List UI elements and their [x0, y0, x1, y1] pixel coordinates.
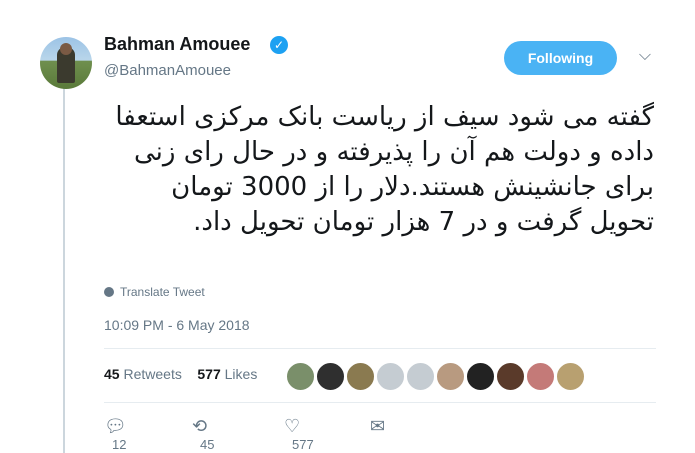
- avatar-head: [60, 43, 72, 55]
- divider: [104, 402, 656, 403]
- likes-stat[interactable]: 577 Likes: [197, 366, 257, 382]
- liker-avatar[interactable]: [376, 362, 405, 391]
- reply-icon: 💬︎: [104, 416, 127, 436]
- retweets-stat[interactable]: 45 Retweets: [104, 366, 182, 382]
- reply-count: 12: [112, 437, 127, 452]
- envelope-icon: ✉: [370, 416, 386, 436]
- retweet-count: 45: [200, 437, 215, 452]
- globe-icon: [104, 287, 114, 297]
- verified-badge-icon: ✓: [270, 36, 288, 54]
- chevron-down-icon[interactable]: ⌵: [636, 46, 654, 64]
- author-handle[interactable]: @BahmanAmouee: [104, 62, 231, 79]
- likes-label: Likes: [224, 366, 258, 382]
- thread-line: [63, 88, 65, 453]
- retweets-count: 45: [104, 366, 120, 382]
- liker-avatar[interactable]: [346, 362, 375, 391]
- liker-avatar[interactable]: [286, 362, 315, 391]
- retweet-icon: ⟲: [192, 416, 208, 436]
- liker-avatar[interactable]: [466, 362, 495, 391]
- liker-avatar[interactable]: [526, 362, 555, 391]
- liker-avatar[interactable]: [556, 362, 585, 391]
- translate-tweet-link[interactable]: Translate Tweet: [104, 285, 205, 299]
- divider: [104, 348, 656, 349]
- author-name[interactable]: Bahman Amouee: [104, 34, 250, 55]
- like-count: 577: [292, 437, 314, 452]
- direct-message-button[interactable]: ✉: [370, 416, 385, 437]
- liker-avatar[interactable]: [496, 362, 525, 391]
- liker-avatar[interactable]: [316, 362, 345, 391]
- liker-avatar[interactable]: [436, 362, 465, 391]
- retweets-label: Retweets: [123, 366, 182, 382]
- retweet-button[interactable]: ⟲45: [192, 416, 214, 452]
- heart-icon: ♡: [284, 416, 301, 436]
- reply-button[interactable]: 💬︎12: [104, 416, 127, 452]
- likes-count: 577: [197, 366, 221, 382]
- liker-avatar[interactable]: [406, 362, 435, 391]
- tweet-stats: 45 Retweets 577 Likes: [104, 366, 257, 382]
- avatar[interactable]: [40, 37, 92, 89]
- translate-label: Translate Tweet: [120, 285, 205, 299]
- tweet-timestamp[interactable]: 10:09 PM - 6 May 2018: [104, 317, 250, 333]
- tweet-text: گفته می شود سیف از ریاست بانک مرکزی استع…: [115, 102, 654, 237]
- following-button[interactable]: Following: [504, 41, 617, 75]
- like-button[interactable]: ♡577: [284, 416, 314, 452]
